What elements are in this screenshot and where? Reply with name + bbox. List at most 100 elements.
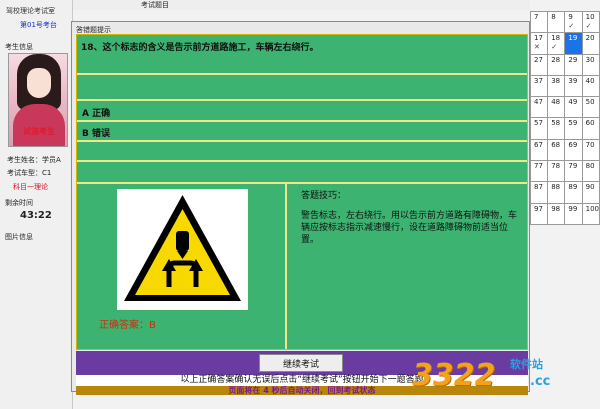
answer-cell-number: 90	[585, 183, 595, 192]
answer-cell[interactable]: 28	[548, 54, 566, 76]
answer-cell[interactable]: 67	[531, 139, 549, 162]
option-b: B 错误	[82, 129, 110, 139]
answer-cell-number: 88	[551, 183, 561, 192]
answer-cell-number: 50	[585, 98, 595, 107]
empty-option-row	[77, 162, 527, 184]
answer-cell-number: 28	[551, 55, 561, 64]
road-sign-image	[117, 189, 248, 310]
answer-cell[interactable]: 47	[531, 97, 549, 119]
answer-cell[interactable]: 10 ✓	[582, 12, 600, 34]
candidate-info-heading: 考生信息	[5, 43, 33, 51]
answer-cell[interactable]: 18 ✓	[548, 33, 566, 55]
option-a-row: A 正确	[77, 101, 527, 122]
answer-cell-number: 40	[585, 76, 595, 85]
answer-cell-number: 20	[585, 34, 595, 43]
wrong-answer-dialog: 答错题提示 18、这个标志的含义是告示前方道路施工，车辆左右绕行。 A 正确 B…	[71, 21, 530, 395]
answer-cell[interactable]: 29	[565, 54, 583, 76]
answer-cell-number: 67	[534, 140, 543, 149]
sign-image-pane: 正确答案：B	[77, 184, 287, 349]
exam-subject: 科目一理论	[13, 183, 48, 191]
answer-cell[interactable]: 97	[531, 203, 549, 225]
answer-cell[interactable]: 80	[582, 161, 600, 183]
car-type: 考试车型：C1	[7, 169, 52, 177]
answer-cell[interactable]: 87	[531, 182, 549, 204]
empty-option-row	[77, 142, 527, 162]
answer-cell-number: 98	[551, 204, 561, 213]
answer-cell-number: 38	[551, 76, 561, 85]
answer-cell[interactable]: 79	[565, 161, 583, 183]
answer-cell-number: 9	[568, 13, 573, 21]
option-a: A 正确	[82, 109, 111, 119]
answer-cell[interactable]: 69	[565, 139, 583, 162]
answer-cell[interactable]: 58	[548, 118, 566, 140]
answer-cell[interactable]: 19	[565, 33, 583, 55]
answer-cell-number: 58	[551, 119, 561, 128]
answer-cell[interactable]: 70	[582, 139, 600, 162]
check-icon: ✓	[551, 43, 558, 52]
left-info-panel: 驾校理论考试室 第01号考台 考生信息 试演考生 考生姓名：学员A 考试车型：C…	[0, 0, 73, 409]
tips-body: 警告标志，左右绕行。用以告示前方道路有障碍物，车辆应按标志指示减速慢行，设在道路…	[301, 211, 518, 245]
answer-cell-number: 30	[585, 55, 595, 64]
answer-cell-number: 29	[568, 55, 578, 64]
answer-cell[interactable]: 38	[548, 75, 566, 98]
answer-cell[interactable]: 8	[548, 12, 566, 34]
answer-cell-number: 97	[534, 204, 543, 213]
tips-title: 答题技巧：	[301, 191, 347, 201]
answer-cell[interactable]: 77	[531, 161, 549, 183]
answer-cell[interactable]: 27	[531, 54, 549, 76]
answer-cell[interactable]: 37	[531, 75, 549, 98]
answer-status-grid: 7 8 9 ✓ 10 ✓ 17 ✕ 18 ✓ 19 20 27 28 29 30 37 38 39 40 47 48 49 5…	[530, 11, 600, 225]
continue-exam-button[interactable]: 继续考试	[259, 354, 343, 372]
answer-cell[interactable]: 99	[565, 203, 583, 225]
answer-cell[interactable]: 59	[565, 118, 583, 140]
answer-cell[interactable]: 89	[565, 182, 583, 204]
option-b-row: B 错误	[77, 122, 527, 142]
answer-cell[interactable]: 98	[548, 203, 566, 225]
answer-cell[interactable]: 48	[548, 97, 566, 119]
exam-room-title: 驾校理论考试室	[6, 7, 55, 15]
spacer-row	[77, 75, 527, 101]
answer-cell[interactable]: 90	[582, 182, 600, 204]
remaining-time-heading: 剩余时间	[5, 199, 33, 207]
answer-cell[interactable]: 88	[548, 182, 566, 204]
answer-cell-number: 18	[551, 34, 561, 43]
answer-cell[interactable]: 30	[582, 54, 600, 76]
answer-cell[interactable]: 57	[531, 118, 549, 140]
image-info-heading: 图片信息	[5, 233, 33, 241]
explanation-pane: 正确答案：B 答题技巧： 警告标志，左右绕行。用以告示前方道路有障碍物，车辆应按…	[77, 184, 527, 349]
answer-cell[interactable]: 40	[582, 75, 600, 98]
candidate-name: 考生姓名：学员A	[7, 156, 61, 164]
detour-warning-sign-icon	[124, 195, 241, 301]
answer-cell[interactable]: 17 ✕	[531, 33, 549, 55]
answer-cell-number: 99	[568, 204, 578, 213]
answer-cell[interactable]: 60	[582, 118, 600, 140]
answer-cell-number: 47	[534, 98, 543, 107]
answer-cell[interactable]: 39	[565, 75, 583, 98]
watermark-domain: .cc	[530, 374, 551, 389]
seat-label: 第01号考台	[20, 21, 57, 29]
answer-cell-number: 39	[568, 76, 578, 85]
answer-cell-number: 60	[585, 119, 595, 128]
answer-cell[interactable]: 49	[565, 97, 583, 119]
answer-cell-number: 79	[568, 162, 578, 171]
check-icon: ✓	[585, 22, 592, 30]
watermark-logo: 3322 软件站 .cc	[412, 352, 562, 402]
watermark-number: 3322	[412, 358, 496, 393]
answer-cell-number: 69	[568, 140, 578, 149]
answer-cell-number: 10	[585, 13, 595, 21]
answer-cell[interactable]: 7	[531, 12, 549, 34]
answer-cell[interactable]: 20	[582, 33, 600, 55]
answer-cell[interactable]: 78	[548, 161, 566, 183]
avatar-stamp: 试演考生	[23, 127, 55, 136]
answer-cell[interactable]: 9 ✓	[565, 12, 583, 34]
answer-cell-number: 68	[551, 140, 561, 149]
watermark-text: 软件站	[510, 358, 543, 371]
answer-cell[interactable]: 68	[548, 139, 566, 162]
tips-pane: 答题技巧： 警告标志，左右绕行。用以告示前方道路有障碍物，车辆应按标志指示减速慢…	[289, 184, 529, 349]
question-strip: 考试题目	[73, 0, 530, 10]
answer-cell-number: 78	[551, 162, 561, 171]
check-icon: ✓	[568, 22, 575, 30]
answer-cell[interactable]: 50	[582, 97, 600, 119]
answer-cell[interactable]: 100	[582, 203, 600, 225]
answer-cell-number: 17	[534, 34, 543, 43]
